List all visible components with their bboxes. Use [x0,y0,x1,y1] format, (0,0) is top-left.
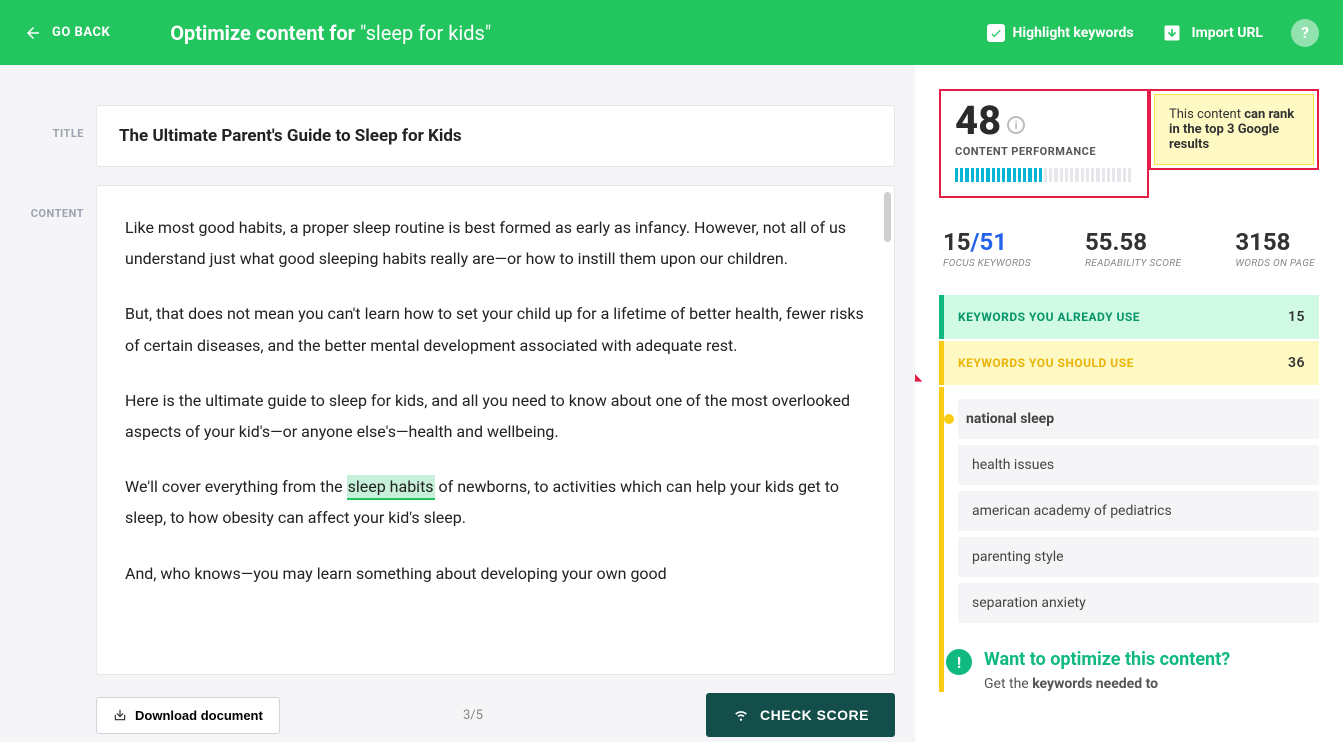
go-back-button[interactable]: GO BACK [24,24,110,42]
keyword-item[interactable]: health issues [958,445,1319,485]
score-progress-bar [955,168,1133,182]
arrow-annotation-icon [915,351,929,391]
content-paragraph: But, that does not mean you can't learn … [125,298,866,360]
info-icon[interactable]: i [1007,116,1025,134]
check-score-button[interactable]: CHECK SCORE [706,693,895,737]
readability-stat: 55.58 READABILITY SCORE [1085,228,1181,269]
content-paragraph: And, who knows—you may learn something a… [125,558,866,589]
insights-pane: 48 i CONTENT PERFORMANCE This content ca… [915,65,1343,742]
content-editor[interactable]: Like most good habits, a proper sleep ro… [96,185,895,675]
words-stat: 3158 WORDS ON PAGE [1235,228,1315,269]
keywords-already-use-header[interactable]: KEYWORDS YOU ALREADY USE 15 [939,295,1319,339]
help-button[interactable]: ? [1291,19,1319,47]
focus-keywords-stat: 15/51 FOCUS KEYWORDS [943,228,1031,269]
content-performance-box: 48 i CONTENT PERFORMANCE [939,89,1149,198]
score-value: 48 [955,101,1001,141]
cta-text: Get the keywords needed to [984,676,1230,692]
cta-title: Want to optimize this content? [984,649,1230,670]
page-title: Optimize content for "sleep for kids" [170,21,491,45]
checkbox-checked-icon [987,24,1005,42]
import-url-button[interactable]: Import URL [1162,23,1263,43]
content-paragraph: Like most good habits, a proper sleep ro… [125,212,866,274]
content-label: CONTENT [24,185,96,220]
go-back-label: GO BACK [52,25,110,40]
keyword-item[interactable]: national sleep [958,399,1319,439]
import-icon [1162,23,1182,43]
page-indicator: 3/5 [463,708,483,723]
download-document-button[interactable]: Download document [96,697,280,734]
download-icon [113,708,127,722]
scrollbar[interactable] [884,192,891,242]
keywords-should-use-header[interactable]: KEYWORDS YOU SHOULD USE 36 [939,341,1319,385]
exclamation-icon: ! [946,649,972,675]
keyword-item[interactable]: american academy of pediatrics [958,491,1319,531]
keyword-item[interactable]: separation anxiety [958,583,1319,623]
score-label: CONTENT PERFORMANCE [955,145,1133,158]
keywords-should-use-list: national sleep health issues american ac… [939,387,1319,639]
title-label: TITLE [24,105,96,140]
editor-pane: TITLE The Ultimate Parent's Guide to Sle… [0,65,915,742]
highlight-keywords-toggle[interactable]: Highlight keywords [987,24,1134,42]
content-paragraph: Here is the ultimate guide to sleep for … [125,385,866,447]
top-bar: GO BACK Optimize content for "sleep for … [0,0,1343,65]
arrow-left-icon [24,24,42,42]
optimize-cta: ! Want to optimize this content? Get the… [939,639,1319,692]
rank-prediction-box: This content can rank in the top 3 Googl… [1149,89,1319,170]
keyword-item[interactable]: parenting style [958,537,1319,577]
content-paragraph: We'll cover everything from the sleep ha… [125,471,866,533]
title-input[interactable]: The Ultimate Parent's Guide to Sleep for… [96,105,895,167]
dot-icon [944,414,954,424]
wifi-icon [732,708,750,722]
highlighted-keyword: sleep habits [347,475,435,500]
